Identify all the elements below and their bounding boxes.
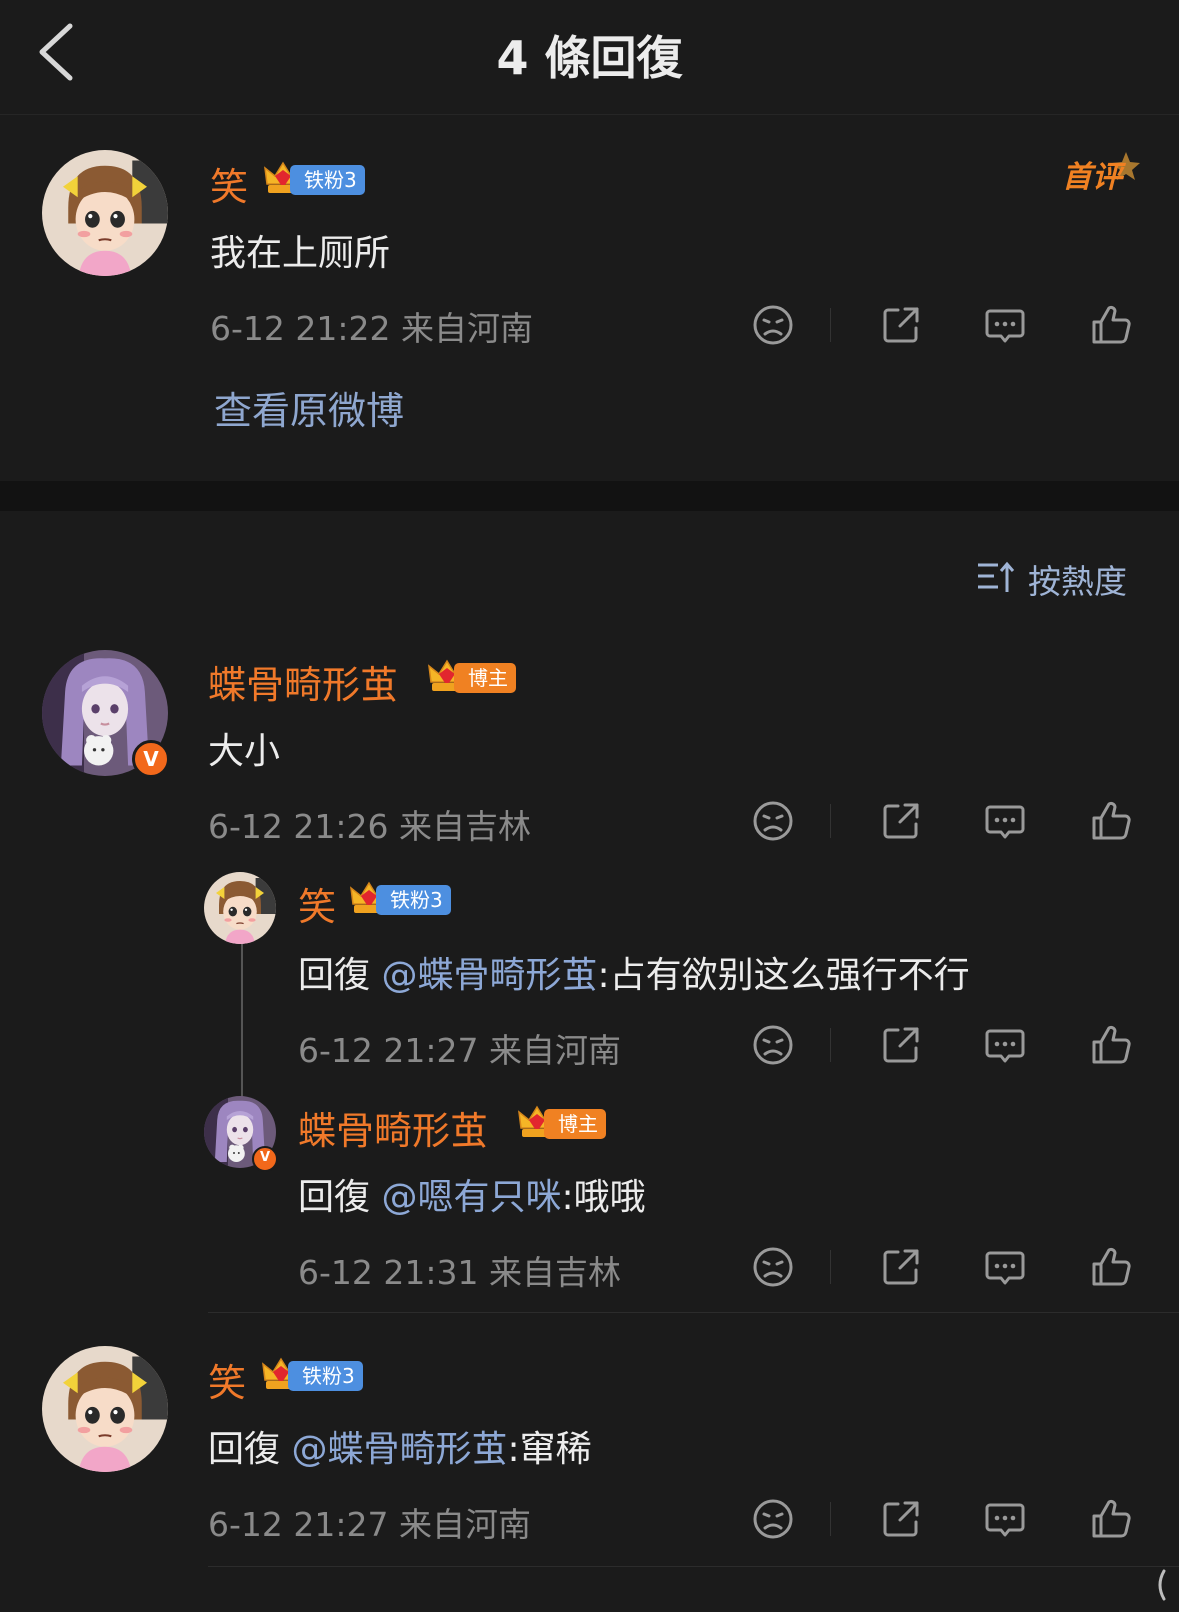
avatar[interactable] [42,1346,168,1472]
fan-badge: 铁粉3 [262,162,372,196]
comment-actions [750,1496,1140,1546]
scroll-indicator [1150,1565,1170,1605]
verified-icon: V [252,1146,278,1172]
mention-link[interactable]: @蝶骨畸形茧 [381,955,597,996]
like-icon[interactable] [1088,1496,1134,1542]
divider [830,1028,831,1062]
sort-label: 按熱度 [1028,562,1127,601]
reply-body: :占有欲别这么强行不行 [597,955,970,996]
username[interactable]: 笑 [208,1352,246,1407]
first-comment-label: 首评 [1062,160,1122,195]
fan-badge-label: 铁粉3 [288,1361,363,1391]
comment-actions [750,1022,1140,1072]
fan-badge-label: 铁粉3 [376,885,451,915]
avatar[interactable] [42,150,168,276]
dislike-icon[interactable] [750,302,796,348]
divider [830,1502,831,1536]
like-icon[interactable] [1088,1022,1134,1068]
comment-text: 大小 [208,731,281,772]
like-icon[interactable] [1088,798,1134,844]
comment-meta: 6-12 21:27 来自河南 [298,1031,621,1070]
share-icon[interactable] [878,1244,924,1290]
page-title: 4 條回復 [496,31,683,85]
comment-meta: 6-12 21:27 来自河南 [208,1505,531,1544]
comment-meta: 6-12 21:22 来自河南 [210,309,533,348]
nav-header: 4 條回復 [0,0,1179,115]
mention-link[interactable]: @嗯有只咪 [381,1177,561,1218]
reply-body: :哦哦 [561,1177,646,1218]
reply-prefix: 回復 [298,1177,382,1218]
reply-prefix: 回復 [208,1429,292,1470]
verified-icon: V [132,740,170,778]
host-badge: 博主 [426,660,538,694]
comment-icon[interactable] [982,1022,1028,1068]
share-icon[interactable] [878,1022,924,1068]
divider [830,1250,831,1284]
share-icon[interactable] [878,302,924,348]
comment-icon[interactable] [982,798,1028,844]
comment-icon[interactable] [982,302,1028,348]
mention-link[interactable]: @蝶骨畸形茧 [291,1429,507,1470]
share-icon[interactable] [878,798,924,844]
comment-meta: 6-12 21:31 来自吉林 [298,1253,621,1292]
comment-actions [750,1244,1140,1294]
share-icon[interactable] [878,1496,924,1542]
divider [830,804,831,838]
dislike-icon[interactable] [750,1244,796,1290]
divider [208,1312,1179,1313]
like-icon[interactable] [1088,302,1134,348]
username[interactable]: 笑 [298,876,336,931]
comment-text: 回復 @蝶骨畸形茧:窜稀 [208,1420,592,1472]
username[interactable]: 笑 [210,156,248,211]
sort-icon [978,561,1015,592]
first-comment-badge: 首评 [1060,150,1140,195]
reply-body: :窜稀 [507,1429,592,1470]
host-badge-label: 博主 [544,1109,606,1139]
comment-actions [750,798,1140,848]
dislike-icon[interactable] [750,1022,796,1068]
host-badge: 博主 [516,1106,628,1140]
avatar[interactable] [204,872,276,944]
comment-icon[interactable] [982,1496,1028,1542]
comment-icon[interactable] [982,1244,1028,1290]
username[interactable]: 蝶骨畸形茧 [208,654,398,709]
username[interactable]: 蝶骨畸形茧 [298,1100,488,1155]
comment-text: 回復 @嗯有只咪:哦哦 [298,1168,646,1220]
fan-badge: 铁粉3 [348,882,458,916]
reply-prefix: 回復 [298,955,382,996]
fan-badge: 铁粉3 [260,1358,370,1392]
divider [208,1566,1179,1567]
comment-actions [750,302,1140,352]
section-separator [0,481,1179,511]
dislike-icon[interactable] [750,798,796,844]
fan-badge-label: 铁粉3 [290,165,365,195]
divider [830,308,831,342]
comment-text: 回復 @蝶骨畸形茧:占有欲别这么强行不行 [298,946,970,998]
like-icon[interactable] [1088,1244,1134,1290]
comment-meta: 6-12 21:26 来自吉林 [208,807,531,846]
dislike-icon[interactable] [750,1496,796,1542]
comment-text: 我在上厕所 [210,233,391,274]
host-badge-label: 博主 [454,663,516,693]
view-original-link[interactable]: 查看原微博 [214,380,404,435]
